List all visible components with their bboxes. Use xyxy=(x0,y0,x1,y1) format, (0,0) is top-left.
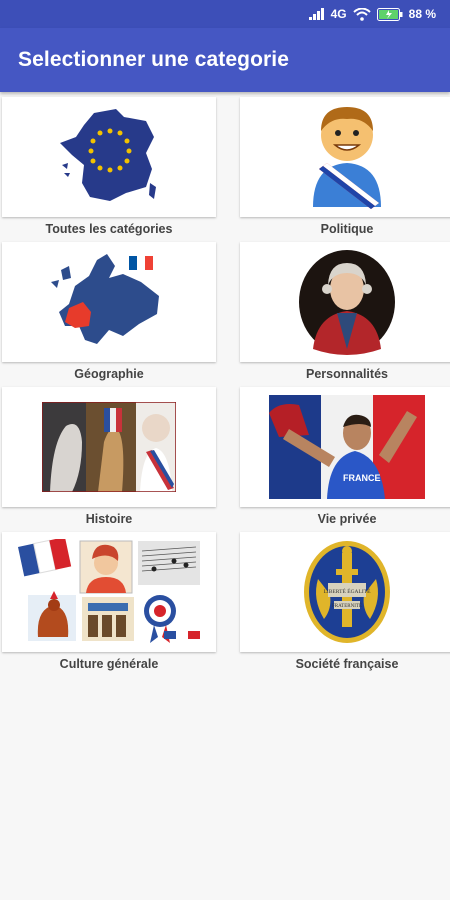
category-tile-geographie[interactable]: Géographie xyxy=(2,242,216,387)
category-tile-histoire[interactable]: Histoire xyxy=(2,387,216,532)
category-card[interactable]: LIBERTÉ ÉGALITÉ FRATERNITÉ xyxy=(240,532,450,652)
category-card[interactable] xyxy=(2,97,216,217)
fan-with-flag-icon: FRANCE xyxy=(269,395,425,499)
category-card[interactable] xyxy=(240,97,450,217)
category-label: Histoire xyxy=(85,512,133,526)
wifi-icon xyxy=(352,7,371,21)
category-label: Personnalités xyxy=(306,367,388,381)
svg-text:LIBERTÉ ÉGALITÉ: LIBERTÉ ÉGALITÉ xyxy=(324,587,372,595)
history-collage-icon xyxy=(42,402,176,492)
status-bar: 4G 88 % xyxy=(0,0,450,28)
page-title: Selectionner une categorie xyxy=(18,48,290,71)
category-label: Société française xyxy=(295,657,399,671)
category-tile-personnalites[interactable]: Personnalités xyxy=(240,242,450,387)
category-card[interactable] xyxy=(2,532,216,652)
category-tile-culture-generale[interactable]: Culture générale xyxy=(2,532,216,677)
culture-collage-icon xyxy=(14,539,204,645)
network-type: 4G xyxy=(330,7,347,21)
category-label: Toutes les catégories xyxy=(45,222,173,236)
battery-icon xyxy=(376,7,403,21)
category-card[interactable] xyxy=(240,242,450,362)
royal-portrait-icon xyxy=(299,250,395,355)
category-tile-toutes[interactable]: Toutes les catégories xyxy=(2,97,216,242)
category-card[interactable] xyxy=(2,387,216,507)
svg-text:FRATERNITÉ: FRATERNITÉ xyxy=(332,603,362,609)
category-label: Culture générale xyxy=(59,657,159,671)
category-card[interactable] xyxy=(2,242,216,362)
category-tile-politique[interactable]: Politique xyxy=(240,97,450,242)
category-label: Géographie xyxy=(74,367,144,381)
category-grid: Toutes les catégories Politique Géograph… xyxy=(0,92,450,677)
category-label: Politique xyxy=(320,222,374,236)
category-tile-societe-francaise[interactable]: LIBERTÉ ÉGALITÉ FRATERNITÉ Société franç… xyxy=(240,532,450,677)
french-emblem-icon: LIBERTÉ ÉGALITÉ FRATERNITÉ xyxy=(304,541,390,643)
category-label: Vie privée xyxy=(317,512,377,526)
battery-level: 88 % xyxy=(408,7,436,21)
category-tile-vie-privee[interactable]: FRANCE Vie privée xyxy=(240,387,450,532)
europe-map-icon xyxy=(51,254,159,344)
france-eu-map-icon xyxy=(60,109,156,201)
category-card[interactable]: FRANCE xyxy=(240,387,450,507)
svg-text:FRANCE: FRANCE xyxy=(343,473,381,483)
politician-sash-icon xyxy=(313,107,381,209)
app-bar: Selectionner une categorie xyxy=(0,28,450,92)
signal-icon xyxy=(308,8,324,20)
